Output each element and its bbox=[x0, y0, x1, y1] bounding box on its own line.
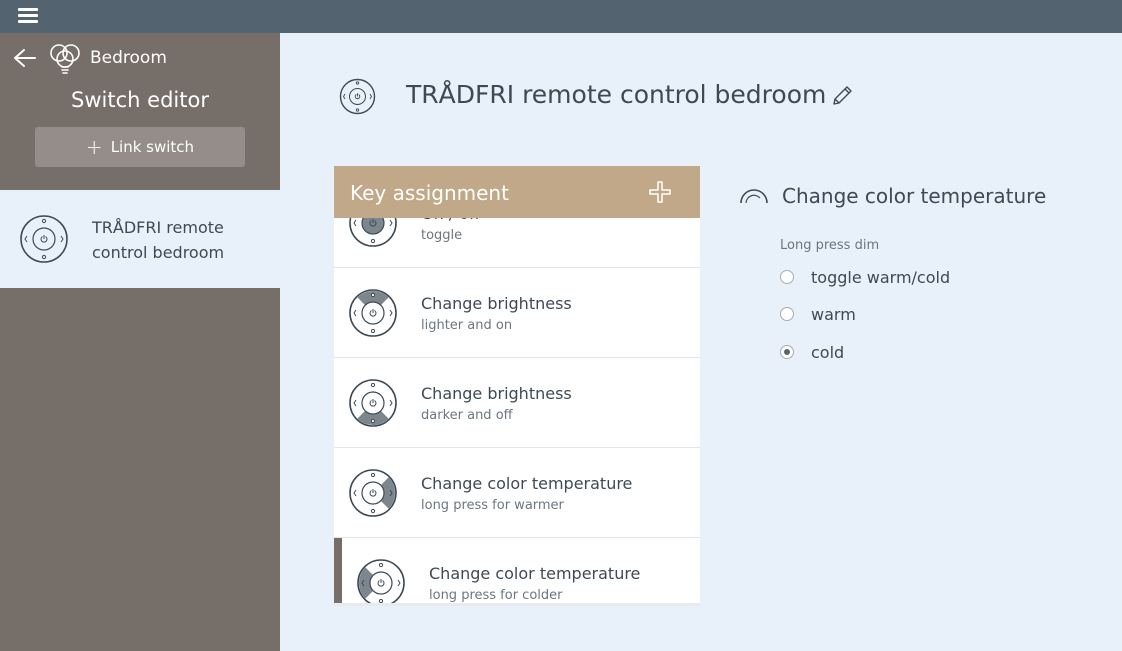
key-assignment-list[interactable]: On / off toggle Change brightness lighter a… bbox=[334, 218, 700, 603]
long-press-dim-label: Long press dim bbox=[780, 238, 880, 253]
remote-button-icon bbox=[349, 218, 397, 247]
arc-temperature-icon bbox=[740, 189, 768, 204]
horizontal-scrollbar[interactable] bbox=[334, 603, 700, 606]
key-row[interactable]: Change color temperature long press for c… bbox=[334, 538, 700, 603]
key-name: On / off bbox=[421, 218, 480, 223]
key-description: lighter and on bbox=[421, 318, 513, 333]
key-name: Change brightness bbox=[421, 294, 572, 313]
lightbulbs-icon bbox=[50, 44, 80, 74]
key-assignment-card: Key assignment On / off toggle Change brig… bbox=[334, 166, 700, 606]
sidebar-item-remote[interactable]: TRÅDFRI remote control bedroom bbox=[0, 190, 280, 288]
plus-icon: + bbox=[85, 135, 103, 159]
key-assignment-title: Key assignment bbox=[350, 181, 509, 205]
pencil-edit-icon[interactable] bbox=[829, 83, 855, 109]
page-title: TRÅDFRI remote control bedroom bbox=[406, 80, 827, 109]
option-warm[interactable]: warm bbox=[780, 302, 856, 326]
sidebar-title: Switch editor bbox=[71, 88, 209, 112]
radio-label: toggle warm/cold bbox=[811, 267, 951, 287]
sidebar-header: Bedroom Switch editor + Link switch bbox=[0, 33, 280, 190]
sidebar: Bedroom Switch editor + Link switch TRÅD… bbox=[0, 33, 280, 651]
back-arrow-icon[interactable] bbox=[12, 47, 38, 69]
remote-button-icon bbox=[349, 469, 397, 517]
link-switch-button[interactable]: + Link switch bbox=[35, 127, 245, 167]
key-name: Change color temperature bbox=[421, 474, 633, 493]
hamburger-menu-icon[interactable] bbox=[18, 8, 38, 26]
detail-title: Change color temperature bbox=[782, 184, 1047, 208]
room-name[interactable]: Bedroom bbox=[90, 48, 167, 68]
key-row[interactable]: Change brightness lighter and on bbox=[334, 268, 700, 358]
key-assignment-header: Key assignment bbox=[334, 166, 700, 218]
radio-button[interactable] bbox=[780, 307, 794, 321]
key-row[interactable]: Change brightness darker and off bbox=[334, 358, 700, 448]
sidebar-item-label: TRÅDFRI remote control bedroom bbox=[92, 218, 225, 262]
remote-control-icon bbox=[20, 215, 68, 263]
radio-label: cold bbox=[811, 342, 845, 362]
top-bar bbox=[0, 0, 1122, 33]
remote-control-icon bbox=[339, 78, 376, 115]
key-name: Change brightness bbox=[421, 384, 572, 403]
add-key-icon[interactable] bbox=[647, 179, 673, 205]
radio-button[interactable] bbox=[780, 270, 794, 284]
remote-button-icon bbox=[349, 289, 397, 337]
key-description: toggle bbox=[421, 228, 463, 243]
remote-button-icon bbox=[349, 379, 397, 427]
key-row[interactable]: Change color temperature long press for w… bbox=[334, 448, 700, 538]
key-row[interactable]: On / off toggle bbox=[334, 218, 700, 268]
key-description: darker and off bbox=[421, 408, 513, 423]
radio-label: warm bbox=[811, 304, 856, 324]
key-description: long press for colder bbox=[429, 588, 563, 603]
link-switch-label: Link switch bbox=[110, 138, 195, 156]
option-toggle-warm-cold[interactable]: toggle warm/cold bbox=[780, 265, 950, 289]
key-name: Change color temperature bbox=[429, 564, 641, 583]
key-description: long press for warmer bbox=[421, 498, 564, 513]
option-cold[interactable]: cold bbox=[780, 340, 844, 364]
remote-button-icon bbox=[357, 559, 405, 603]
radio-button[interactable] bbox=[780, 345, 794, 359]
